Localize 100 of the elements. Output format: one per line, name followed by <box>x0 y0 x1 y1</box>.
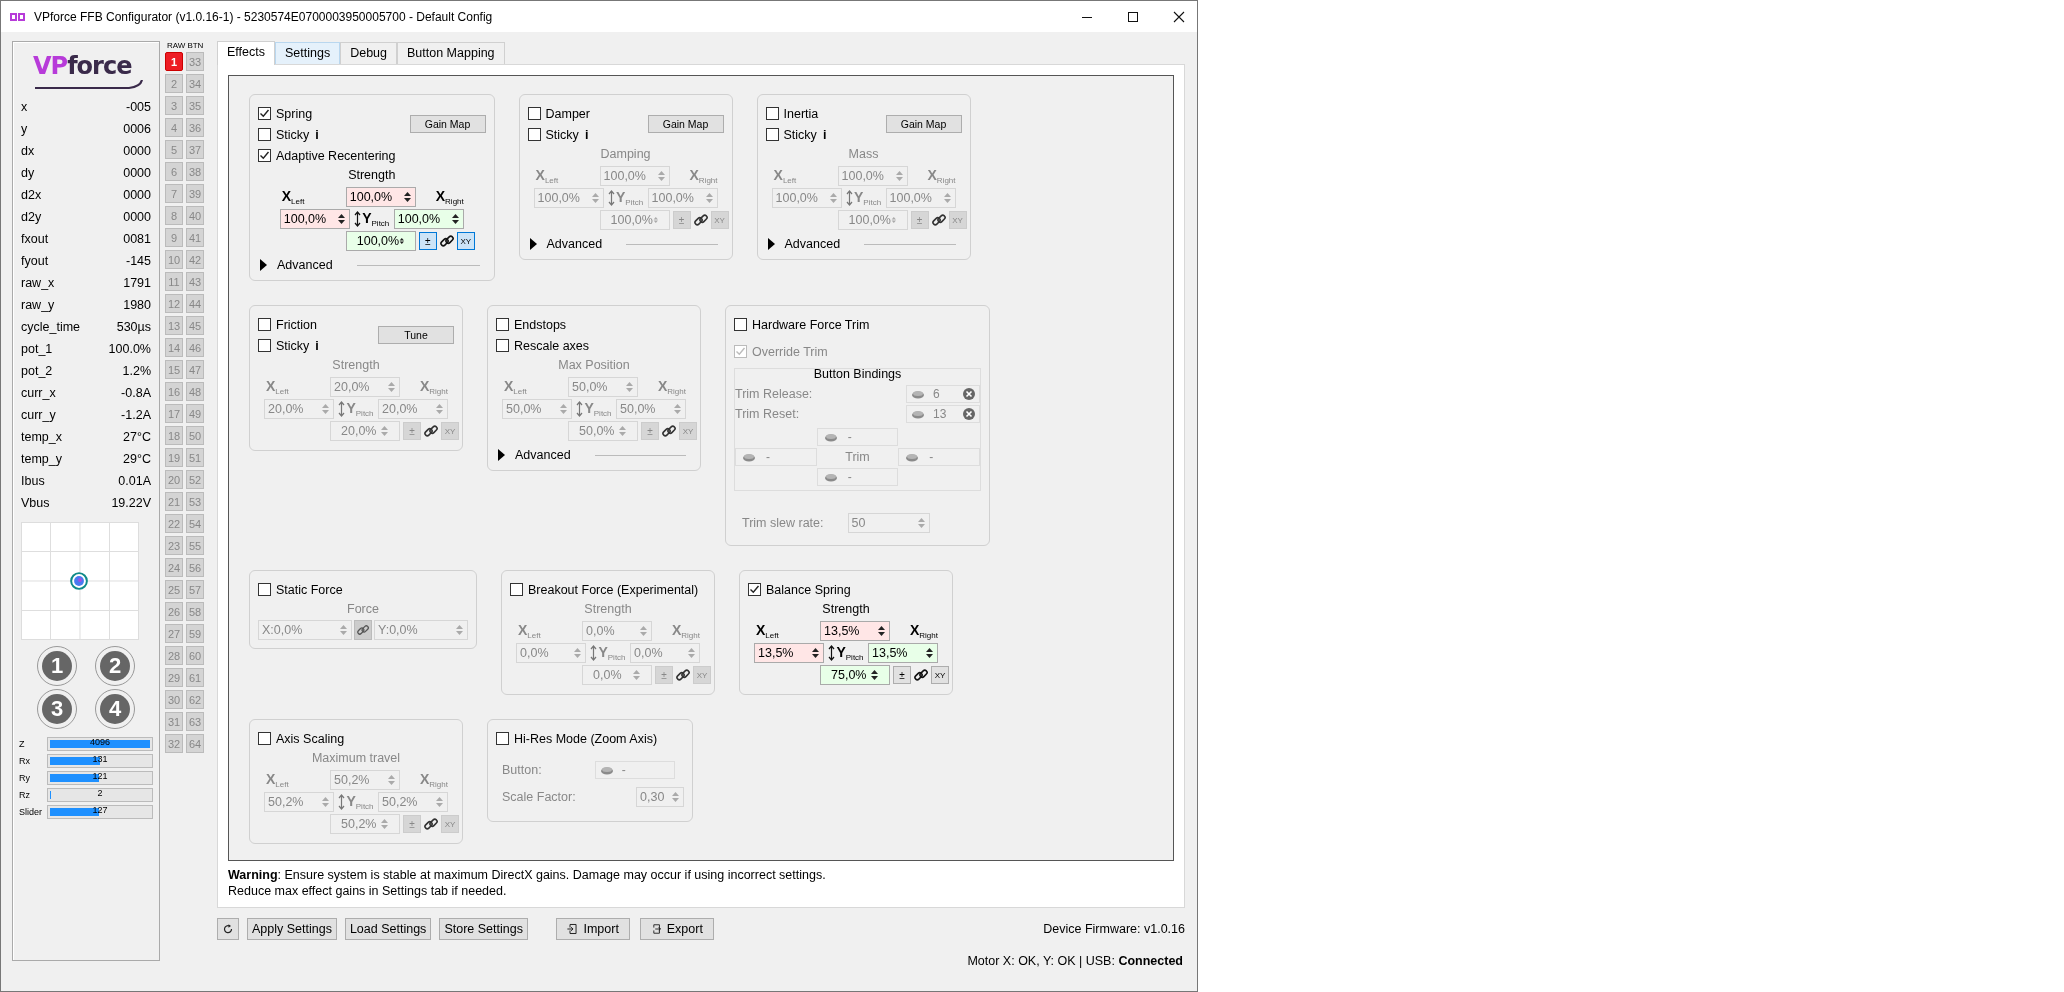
refresh-icon[interactable] <box>223 924 233 934</box>
checkbox-label[interactable]: Inertia <box>783 106 819 121</box>
checkbox-label[interactable]: Friction <box>276 317 317 332</box>
button-indicator: 28 <box>165 646 183 665</box>
advanced-toggle[interactable]: Advanced <box>529 237 603 251</box>
spin-arrows-icon[interactable] <box>877 624 886 638</box>
checkbox-label[interactable]: Damper <box>545 106 590 121</box>
checkbox-label[interactable]: Hardware Force Trim <box>752 317 870 332</box>
sign-toggle[interactable]: ± <box>893 666 911 684</box>
checkbox[interactable] <box>258 339 271 352</box>
settings-button[interactable]: Store Settings <box>439 918 528 940</box>
link-icon[interactable] <box>423 423 439 439</box>
checkbox[interactable] <box>258 149 271 162</box>
expand-arrow-icon[interactable] <box>260 259 267 271</box>
button-indicator: 24 <box>165 558 183 577</box>
checkbox[interactable] <box>496 339 509 352</box>
spin-arrows-icon[interactable] <box>450 212 460 226</box>
group-button[interactable]: Gain Map <box>647 115 724 133</box>
link-icon[interactable] <box>913 667 929 683</box>
checkbox-label[interactable]: Sticky <box>276 127 310 142</box>
checkbox[interactable] <box>510 583 523 596</box>
spin-field[interactable]: 13,5% <box>868 643 938 663</box>
refresh-button[interactable] <box>217 918 239 940</box>
clear-icon[interactable] <box>963 388 975 400</box>
tab[interactable]: Settings <box>275 42 341 64</box>
spin-field[interactable]: 13,5% <box>754 643 824 663</box>
checkbox[interactable] <box>258 732 271 745</box>
export-icon[interactable] <box>650 922 661 936</box>
checkbox-label[interactable]: Balance Spring <box>766 582 851 597</box>
info-mark[interactable]: i <box>315 127 319 142</box>
checkbox-label[interactable]: Axis Scaling <box>276 731 345 746</box>
link-icon[interactable] <box>930 212 947 228</box>
group-button[interactable]: Gain Map <box>885 115 962 133</box>
tab[interactable]: Debug <box>340 42 397 64</box>
spin-arrows-icon[interactable] <box>811 646 820 660</box>
checkbox-label[interactable]: Adaptive Recentering <box>276 148 396 163</box>
advanced-toggle[interactable]: Advanced <box>767 237 841 251</box>
spin-arrows-icon[interactable] <box>336 212 346 226</box>
link-icon[interactable] <box>692 212 709 228</box>
checkbox[interactable] <box>765 128 779 141</box>
checkbox[interactable] <box>496 732 509 745</box>
checkbox-label[interactable]: Spring <box>276 106 313 121</box>
spin-field[interactable]: 100,0% <box>279 209 350 229</box>
checkbox-label[interactable]: Endstops <box>514 317 567 332</box>
expand-arrow-icon[interactable] <box>529 238 537 250</box>
spin-arrows-icon[interactable] <box>870 668 879 682</box>
expand-arrow-icon[interactable] <box>767 238 775 250</box>
link-icon[interactable] <box>438 233 455 249</box>
xy-toggle[interactable]: XY <box>931 666 949 684</box>
advanced-toggle[interactable]: Advanced <box>498 448 571 462</box>
spin-arrows-icon[interactable] <box>925 646 934 660</box>
link-icon[interactable] <box>675 667 691 683</box>
group-button[interactable]: Tune <box>378 326 454 344</box>
checkbox[interactable] <box>258 107 271 120</box>
spin-field[interactable]: 100,0% <box>393 209 464 229</box>
checkbox[interactable] <box>734 345 747 358</box>
import-icon[interactable] <box>566 922 578 936</box>
spin-field[interactable]: 75,0% <box>820 665 890 685</box>
group-button[interactable]: Gain Map <box>409 115 486 133</box>
maximize-icon[interactable] <box>1127 10 1139 23</box>
reading-value: 1.2% <box>122 364 151 378</box>
checkbox[interactable] <box>527 128 541 141</box>
sign-toggle[interactable]: ± <box>418 232 437 250</box>
reading-name: dy <box>21 166 35 180</box>
spin-arrows-icon[interactable] <box>402 190 412 204</box>
clear-icon[interactable] <box>963 408 975 420</box>
checkbox-label[interactable]: Hi-Res Mode (Zoom Axis) <box>514 731 658 746</box>
checkbox[interactable] <box>258 128 271 141</box>
checkbox[interactable] <box>258 318 271 331</box>
checkbox-label[interactable]: Rescale axes <box>514 338 590 353</box>
tab[interactable]: Effects <box>217 41 275 65</box>
checkbox-label[interactable]: Sticky <box>276 338 310 353</box>
info-mark[interactable]: i <box>315 338 319 353</box>
file-button[interactable]: Import <box>555 918 630 940</box>
checkbox-label[interactable]: Static Force <box>276 582 343 597</box>
advanced-toggle[interactable]: Advanced <box>260 258 333 272</box>
checkbox[interactable] <box>496 318 509 331</box>
info-mark[interactable]: i <box>584 127 589 142</box>
expand-arrow-icon[interactable] <box>498 449 505 461</box>
checkbox[interactable] <box>748 583 761 596</box>
close-icon[interactable] <box>1173 10 1185 23</box>
settings-button[interactable]: Apply Settings <box>247 918 337 940</box>
xy-toggle[interactable]: XY <box>456 232 475 250</box>
tab[interactable]: Button Mapping <box>397 42 505 64</box>
button-indicator: 43 <box>186 272 204 291</box>
checkbox[interactable] <box>734 318 747 331</box>
spin-field[interactable]: 100,0% <box>345 231 416 251</box>
file-button[interactable]: Export <box>639 918 714 940</box>
checkbox[interactable] <box>527 107 541 120</box>
link-icon[interactable] <box>423 816 439 832</box>
checkbox-label[interactable]: Sticky <box>545 127 579 142</box>
settings-button[interactable]: Load Settings <box>344 918 432 940</box>
checkbox-label[interactable]: Sticky <box>783 127 817 142</box>
info-mark[interactable]: i <box>822 127 827 142</box>
checkbox[interactable] <box>765 107 779 120</box>
link-icon[interactable] <box>661 423 677 439</box>
spin-field[interactable]: 13,5% <box>820 621 890 641</box>
spin-field[interactable]: 100,0% <box>345 187 416 207</box>
checkbox[interactable] <box>258 583 271 596</box>
checkbox-label[interactable]: Breakout Force (Experimental) <box>528 582 699 597</box>
